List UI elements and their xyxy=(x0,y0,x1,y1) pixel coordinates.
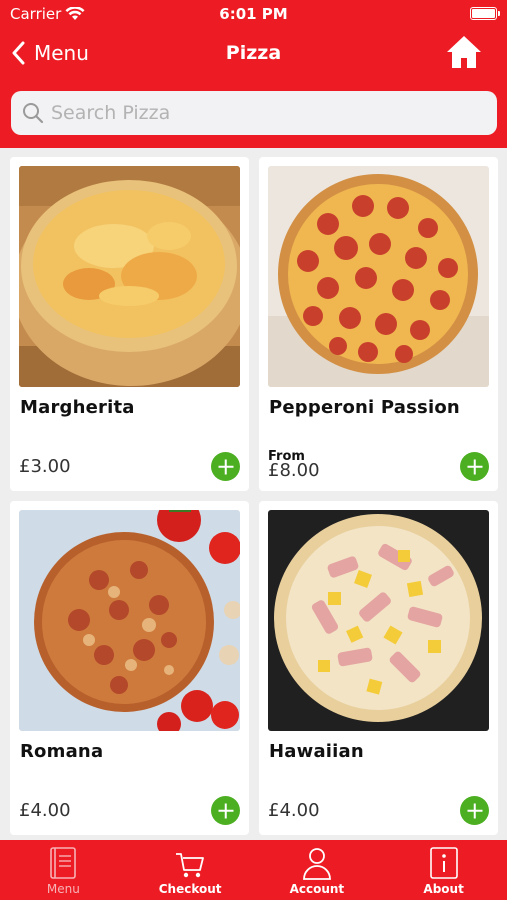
menu-book-icon xyxy=(50,847,77,879)
product-name: Margherita xyxy=(20,397,135,418)
back-button[interactable]: Menu xyxy=(12,36,89,70)
add-to-cart-button[interactable] xyxy=(211,796,240,825)
product-card[interactable]: Hawaiian £4.00 xyxy=(259,501,498,835)
product-name: Romana xyxy=(20,741,104,762)
battery-fill xyxy=(472,9,495,18)
product-card[interactable]: Pepperoni Passion From £8.00 xyxy=(259,157,498,491)
add-to-cart-button[interactable] xyxy=(211,452,240,481)
margherita-pizza-image xyxy=(19,166,240,387)
info-icon xyxy=(429,847,458,879)
back-label: Menu xyxy=(34,41,89,65)
pepperoni-pizza-image xyxy=(268,166,489,387)
product-price: £4.00 xyxy=(19,800,71,821)
romana-pizza-image xyxy=(19,510,240,731)
person-icon xyxy=(302,848,331,880)
hawaiian-pizza-image xyxy=(268,510,489,731)
tab-menu[interactable]: Menu xyxy=(0,840,127,900)
search-input[interactable] xyxy=(51,102,471,124)
cart-icon xyxy=(176,853,205,878)
product-card[interactable]: Margherita £3.00 xyxy=(10,157,249,491)
bottom-tab-bar: Menu Checkout Account About xyxy=(0,840,507,900)
product-price: £8.00 xyxy=(268,460,320,481)
home-icon xyxy=(447,36,481,68)
product-name: Pepperoni Passion xyxy=(269,397,460,418)
status-time: 6:01 PM xyxy=(219,5,288,23)
search-bar[interactable] xyxy=(11,91,497,135)
add-to-cart-button[interactable] xyxy=(460,796,489,825)
tab-label: Menu xyxy=(46,882,80,896)
battery-icon xyxy=(470,7,500,20)
product-name: Hawaiian xyxy=(269,741,364,762)
chevron-left-icon xyxy=(12,41,25,65)
tab-label: About xyxy=(423,882,464,896)
tab-checkout[interactable]: Checkout xyxy=(127,840,254,900)
product-price: £3.00 xyxy=(19,456,71,477)
tab-about[interactable]: About xyxy=(380,840,507,900)
home-button[interactable] xyxy=(445,34,483,70)
status-bar: Carrier 6:01 PM xyxy=(0,0,507,28)
tab-label: Account xyxy=(289,882,345,896)
product-price: £4.00 xyxy=(268,800,320,821)
tab-label: Checkout xyxy=(158,882,222,896)
app-header: Carrier 6:01 PM Menu Pizza xyxy=(0,0,507,148)
navbar: Menu Pizza xyxy=(0,32,507,74)
add-to-cart-button[interactable] xyxy=(460,452,489,481)
product-card[interactable]: Romana £4.00 xyxy=(10,501,249,835)
search-icon xyxy=(23,103,44,124)
tab-account[interactable]: Account xyxy=(254,840,381,900)
